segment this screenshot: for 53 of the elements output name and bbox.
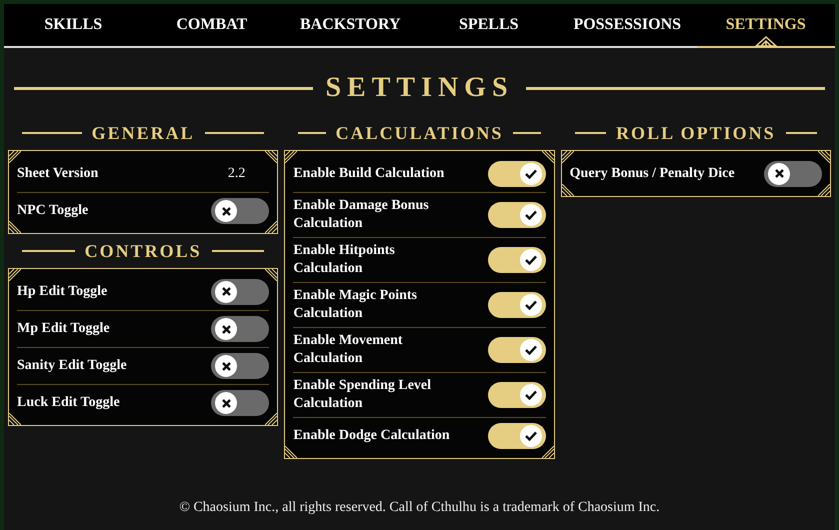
toggle-switch[interactable] [488, 202, 546, 228]
setting-value: 2.2 [228, 166, 246, 182]
section-title: CONTROLS [84, 240, 202, 262]
setting-label: Enable Hitpoints Calculation [293, 242, 396, 278]
setting-label: Enable Dodge Calculation [293, 427, 450, 445]
toggle-switch[interactable] [488, 337, 546, 363]
setting-label: Sanity Edit Toggle [17, 357, 127, 375]
page-title: SETTINGS [325, 72, 514, 104]
close-icon [222, 362, 231, 370]
section-title: CALCULATIONS [336, 122, 504, 144]
nav-tab[interactable]: SKILLS [4, 4, 142, 46]
nav-tab[interactable]: BACKSTORY [281, 4, 420, 46]
setting-label: Hp Edit Toggle [17, 282, 108, 300]
setting-label: Enable Spending Level Calculation [293, 377, 432, 413]
close-icon [222, 287, 231, 296]
nav-tab[interactable]: SPELLS [420, 4, 558, 46]
toggle-switch[interactable] [211, 278, 270, 304]
setting-label: Mp Edit Toggle [17, 320, 110, 338]
toggle-switch[interactable] [488, 247, 546, 273]
nav-tab[interactable]: SETTINGS [696, 4, 835, 48]
toggle-switch[interactable] [488, 160, 546, 186]
toggle-switch[interactable] [211, 198, 270, 224]
check-icon [524, 255, 537, 265]
check-icon [524, 345, 537, 355]
nav-tab[interactable]: COMBAT [142, 4, 281, 46]
copyright-text: © Chaosium Inc., all rights reserved. Call of Cthulhu is a trademark of Chaosium Inc. [179, 500, 660, 515]
setting-label: Sheet Version [17, 164, 98, 182]
close-icon [774, 169, 784, 178]
section-title: ROLL OPTIONS [616, 122, 776, 144]
setting-label: Enable Movement Calculation [293, 332, 404, 368]
close-icon [222, 206, 231, 216]
toggle-switch[interactable] [764, 160, 822, 186]
toggle-switch[interactable] [488, 292, 546, 318]
close-icon [222, 398, 231, 408]
toggle-switch[interactable] [488, 382, 546, 408]
toggle-switch[interactable] [211, 390, 270, 416]
setting-label: NPC Toggle [17, 202, 88, 220]
check-icon [524, 431, 537, 441]
check-icon [524, 168, 537, 178]
nav-tab[interactable]: POSSESSIONS [558, 4, 696, 46]
section-title: GENERAL [92, 122, 195, 144]
setting-label: Luck Edit Toggle [17, 394, 120, 412]
toggle-switch[interactable] [211, 353, 270, 379]
setting-label: Enable Build Calculation [293, 164, 444, 182]
setting-label: Query Bonus / Penalty Dice [570, 164, 735, 182]
check-icon [524, 300, 537, 310]
toggle-switch[interactable] [211, 316, 270, 342]
close-icon [222, 324, 231, 334]
toggle-switch[interactable] [488, 423, 546, 449]
setting-label: Enable Damage Bonus Calculation [293, 197, 430, 233]
check-icon [524, 390, 537, 400]
check-icon [524, 210, 537, 220]
setting-label: Enable Magic Points Calculation [293, 287, 418, 323]
